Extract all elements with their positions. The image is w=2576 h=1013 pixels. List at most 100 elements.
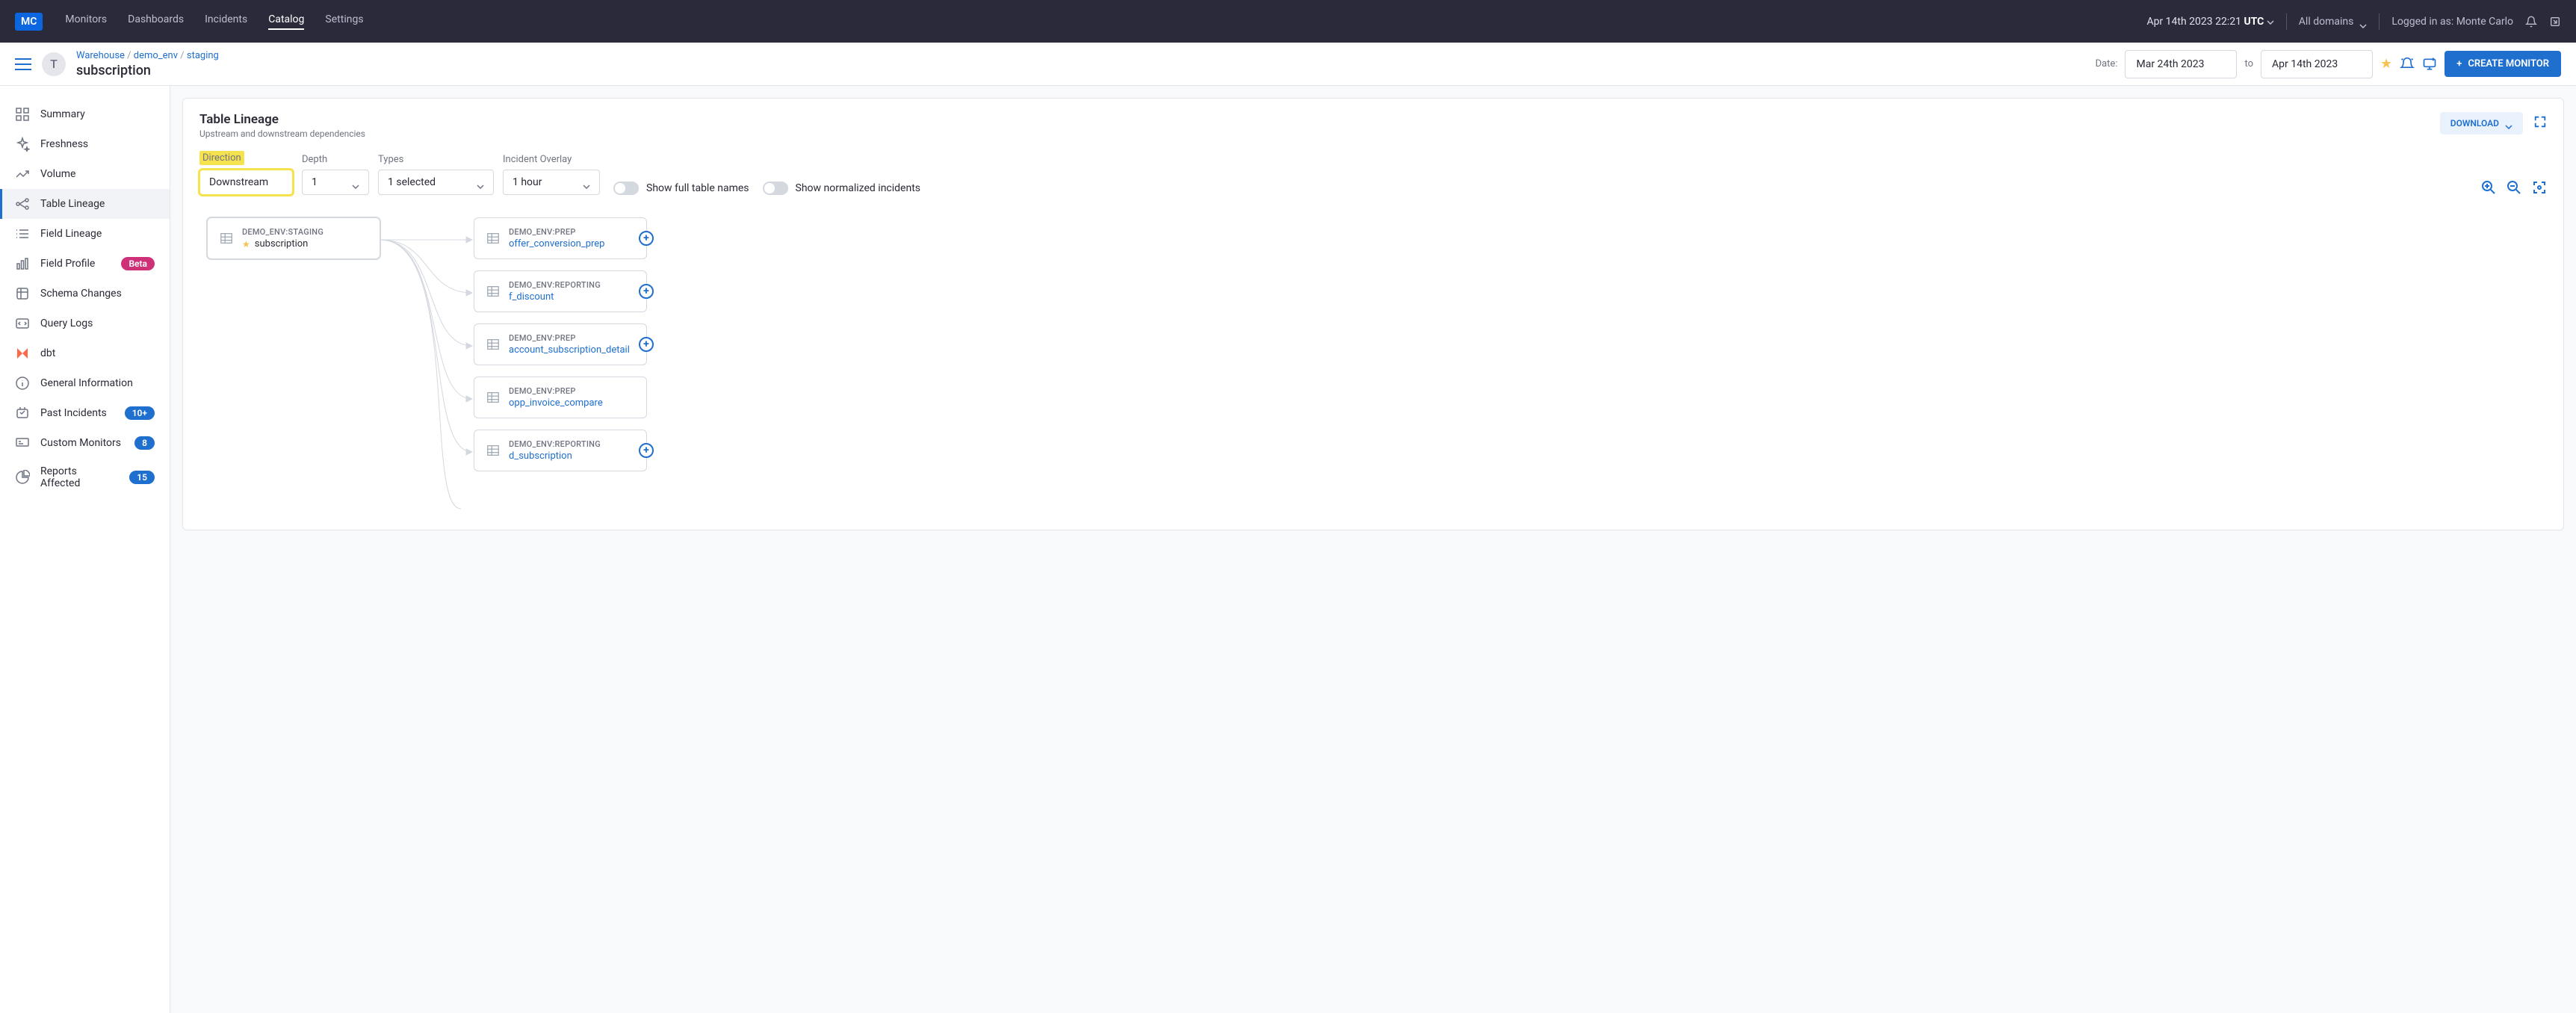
monitor-icon[interactable] <box>2422 57 2437 72</box>
crumb-demo-env[interactable]: demo_env <box>134 50 178 61</box>
sidebar-item-label: dbt <box>40 347 55 359</box>
types-select[interactable]: 1 selected <box>378 170 494 195</box>
sidebar-item-field-lineage[interactable]: Field Lineage <box>0 219 170 249</box>
bell-alert-icon[interactable] <box>2400 57 2415 72</box>
panel-title: Table Lineage <box>199 112 365 127</box>
monitor-icon <box>15 436 30 450</box>
sidebar-item-summary[interactable]: Summary <box>0 99 170 129</box>
bell-icon[interactable] <box>2525 16 2537 28</box>
download-button[interactable]: DOWNLOAD <box>2440 112 2523 134</box>
sidebar-item-field-profile[interactable]: Field ProfileBeta <box>0 249 170 279</box>
filter-label-types: Types <box>378 154 494 165</box>
toggle-full-names[interactable] <box>613 182 639 195</box>
direction-select[interactable]: Downstream <box>199 170 293 195</box>
sidebar-item-schema-changes[interactable]: Schema Changes <box>0 279 170 309</box>
overlay-select[interactable]: 1 hour <box>503 170 600 195</box>
beta-badge: Beta <box>121 257 155 270</box>
filter-label-overlay: Incident Overlay <box>503 154 600 165</box>
chevron-down-icon <box>2359 19 2367 24</box>
table-icon <box>486 285 500 298</box>
node-name: ★subscription <box>242 238 323 250</box>
create-monitor-button[interactable]: +CREATE MONITOR <box>2445 51 2561 77</box>
sparkles-icon <box>15 137 30 152</box>
sidebar: Summary Freshness Volume Table Lineage F… <box>0 86 170 1013</box>
crumb-warehouse[interactable]: Warehouse <box>76 50 125 61</box>
node-name: account_subscription_detail <box>509 344 630 356</box>
lineage-graph[interactable]: DEMO_ENV:STAGING ★subscription DEMO_ENV:… <box>199 217 2547 516</box>
incident-icon <box>15 406 30 421</box>
sidebar-item-label: Field Lineage <box>40 228 102 240</box>
lineage-node[interactable]: DEMO_ENV:REPORTINGf_discount + <box>474 270 647 312</box>
date-from-input[interactable]: Mar 24th 2023 <box>2125 50 2237 78</box>
sidebar-item-label: Table Lineage <box>40 198 105 210</box>
toggle-label: Show normalized incidents <box>796 182 921 194</box>
node-name: offer_conversion_prep <box>509 238 604 250</box>
current-time[interactable]: Apr 14th 2023 22:21 UTC <box>2146 16 2273 28</box>
node-db: DEMO_ENV:REPORTING <box>509 439 601 449</box>
sidebar-item-general-info[interactable]: General Information <box>0 368 170 398</box>
lineage-node[interactable]: DEMO_ENV:PREPopp_invoice_compare <box>474 377 647 418</box>
sidebar-item-volume[interactable]: Volume <box>0 159 170 189</box>
node-name: opp_invoice_compare <box>509 397 603 409</box>
trend-icon <box>15 167 30 182</box>
nav-dashboards[interactable]: Dashboards <box>128 13 184 30</box>
sidebar-item-label: Freshness <box>40 138 88 150</box>
depth-select[interactable]: 1 <box>302 170 369 195</box>
sidebar-item-freshness[interactable]: Freshness <box>0 129 170 159</box>
info-icon <box>15 376 30 391</box>
external-icon[interactable] <box>2549 16 2561 28</box>
sidebar-item-dbt[interactable]: dbt <box>0 338 170 368</box>
lineage-node[interactable]: DEMO_ENV:REPORTINGd_subscription + <box>474 430 647 471</box>
sidebar-item-reports-affected[interactable]: Reports Affected15 <box>0 458 170 497</box>
sidebar-item-table-lineage[interactable]: Table Lineage <box>0 189 170 219</box>
divider <box>2379 13 2380 30</box>
chevron-down-icon <box>352 180 359 185</box>
zoom-in-icon[interactable] <box>2481 180 2496 195</box>
schema-icon <box>15 286 30 301</box>
node-db: DEMO_ENV:PREP <box>509 333 630 343</box>
expand-node-button[interactable]: + <box>639 231 654 246</box>
chevron-down-icon <box>477 180 484 185</box>
expand-node-button[interactable]: + <box>639 337 654 352</box>
sidebar-item-past-incidents[interactable]: Past Incidents10+ <box>0 398 170 428</box>
star-icon: ★ <box>242 239 250 250</box>
pie-icon <box>15 470 30 485</box>
nav-settings[interactable]: Settings <box>325 13 363 30</box>
node-name: f_discount <box>509 291 601 303</box>
nav-catalog[interactable]: Catalog <box>268 13 304 30</box>
table-icon <box>486 232 500 245</box>
node-db: DEMO_ENV:STAGING <box>242 227 323 237</box>
expand-node-button[interactable]: + <box>639 284 654 299</box>
domain-dropdown[interactable]: All domains <box>2299 16 2368 28</box>
expand-icon[interactable] <box>2533 115 2547 131</box>
expand-node-button[interactable]: + <box>639 443 654 458</box>
crumb-staging[interactable]: staging <box>187 50 219 61</box>
node-db: DEMO_ENV:PREP <box>509 227 604 237</box>
lineage-node[interactable]: DEMO_ENV:PREPaccount_subscription_detail… <box>474 323 647 365</box>
panel-subtitle: Upstream and downstream dependencies <box>199 128 365 139</box>
date-to-input[interactable]: Apr 14th 2023 <box>2261 50 2373 78</box>
nav-monitors[interactable]: Monitors <box>65 13 107 30</box>
chevron-down-icon <box>583 180 590 185</box>
top-nav: Monitors Dashboards Incidents Catalog Se… <box>65 13 363 30</box>
zoom-out-icon[interactable] <box>2507 180 2521 195</box>
logo[interactable]: MC <box>15 13 43 31</box>
star-icon[interactable]: ★ <box>2380 56 2392 72</box>
sidebar-item-custom-monitors[interactable]: Custom Monitors8 <box>0 428 170 458</box>
lineage-node[interactable]: DEMO_ENV:PREPoffer_conversion_prep + <box>474 217 647 259</box>
chevron-down-icon <box>2267 16 2274 20</box>
date-to-label: to <box>2244 58 2253 69</box>
filter-label-depth: Depth <box>302 154 369 165</box>
chevron-down-icon <box>2505 121 2512 126</box>
count-badge: 10+ <box>125 406 155 420</box>
divider <box>2286 13 2287 30</box>
lineage-node-root[interactable]: DEMO_ENV:STAGING ★subscription <box>207 217 380 259</box>
date-label: Date: <box>2096 58 2118 69</box>
node-name: d_subscription <box>509 450 601 462</box>
toggle-normalized[interactable] <box>763 182 788 195</box>
list-icon <box>15 226 30 241</box>
nav-incidents[interactable]: Incidents <box>205 13 247 30</box>
menu-icon[interactable] <box>15 58 31 70</box>
sidebar-item-query-logs[interactable]: Query Logs <box>0 309 170 338</box>
recenter-icon[interactable] <box>2532 180 2547 195</box>
